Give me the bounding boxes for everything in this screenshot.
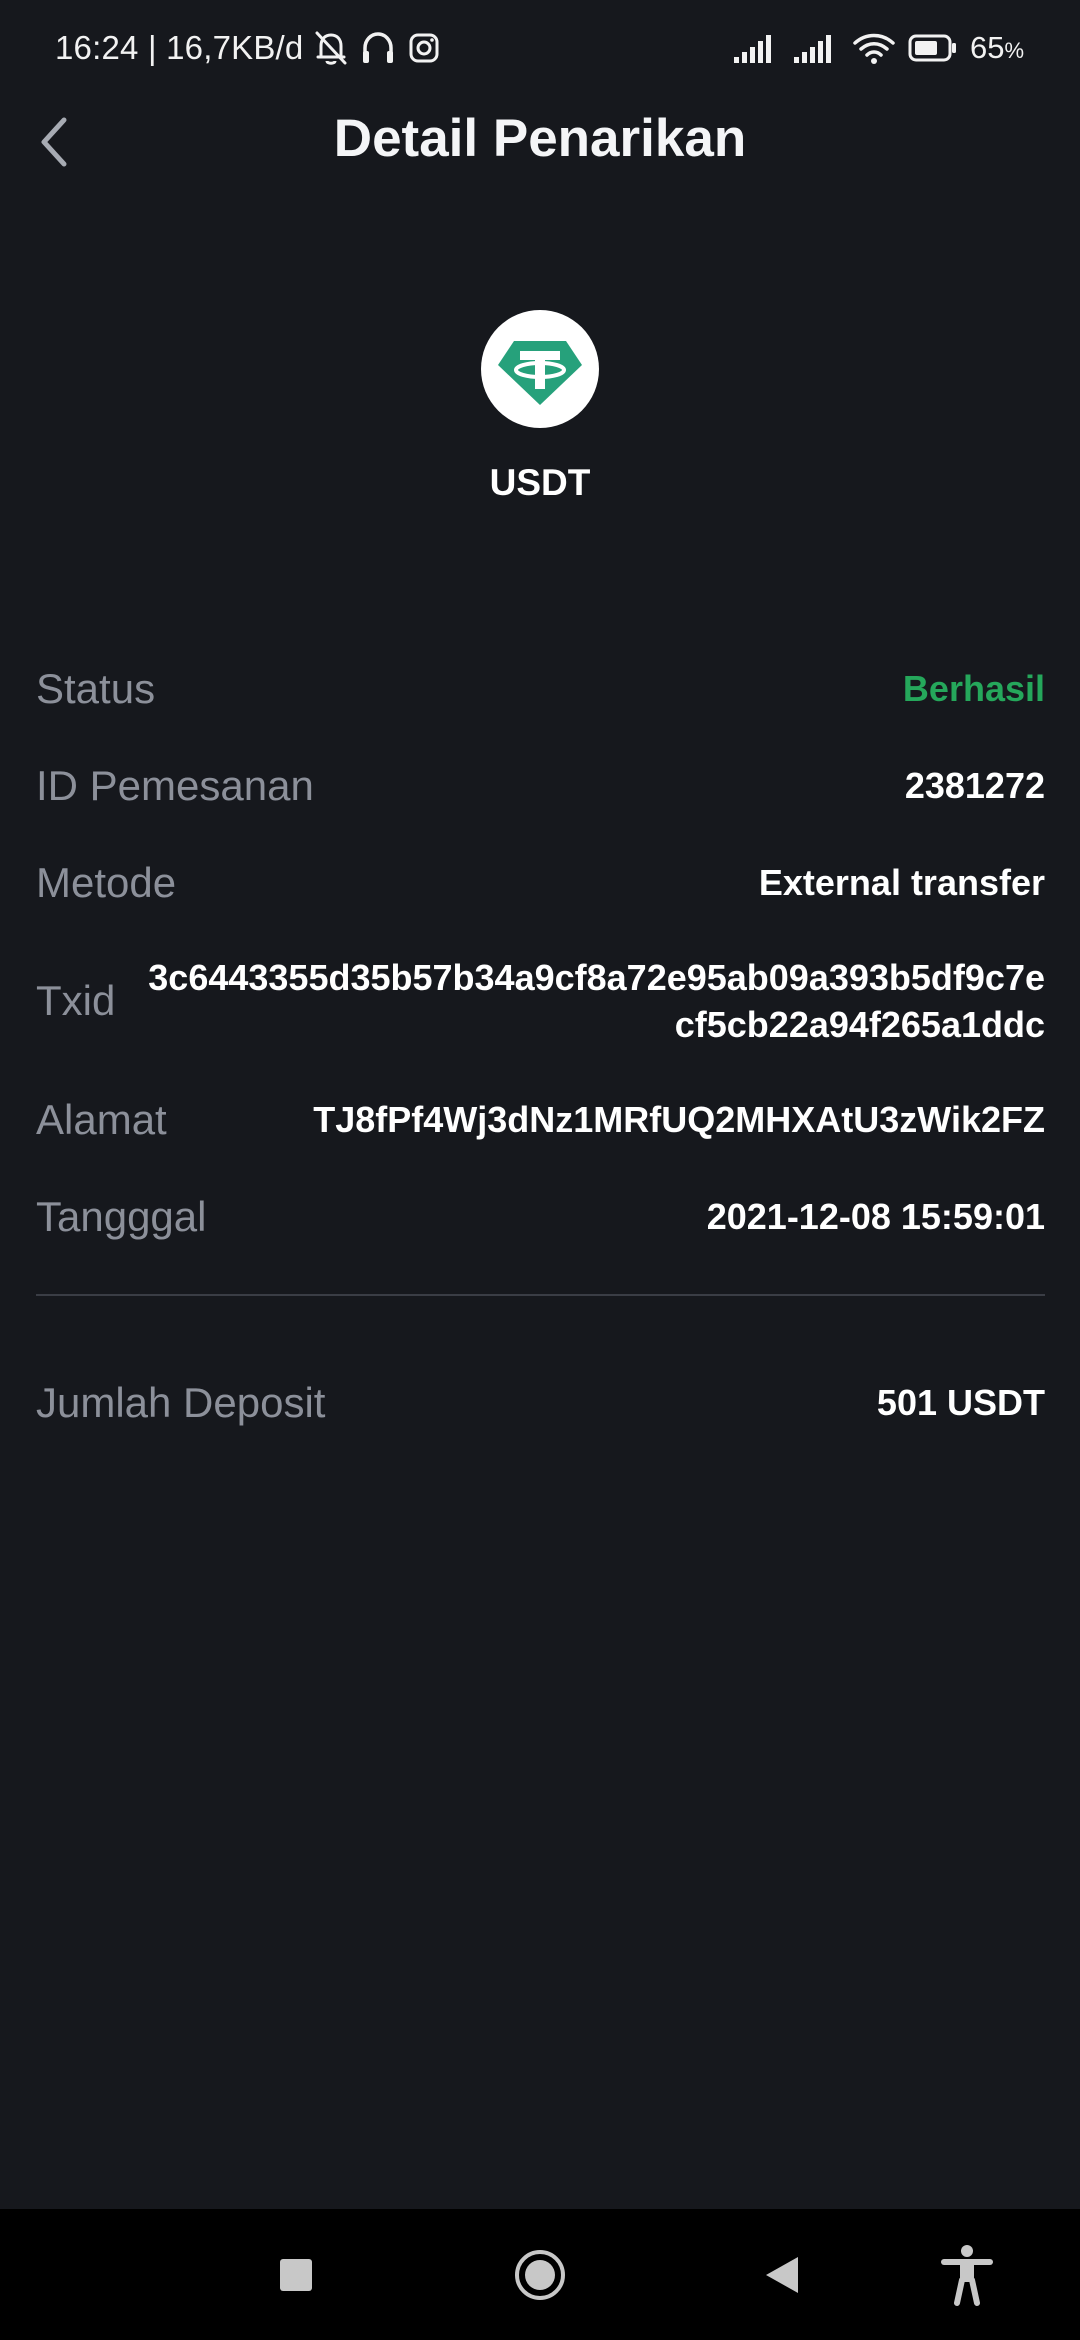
order-id-value[interactable]: 2381272 bbox=[905, 762, 1045, 809]
tether-icon bbox=[481, 310, 599, 428]
bell-off-icon bbox=[313, 29, 349, 67]
headphones-icon bbox=[359, 29, 397, 67]
recents-icon bbox=[280, 2258, 312, 2291]
status-time-speed: 16:24 | 16,7KB/d bbox=[55, 29, 304, 66]
withdrawal-details: Status Berhasil ID Pemesanan 2381272 Met… bbox=[36, 640, 1045, 1265]
address-row: Alamat TJ8fPf4Wj3dNz1MRfUQ2MHXAtU3zWik2F… bbox=[36, 1071, 1045, 1168]
date-row: Tangggal 2021-12-08 15:59:01 bbox=[36, 1168, 1045, 1265]
accessibility-icon bbox=[941, 2244, 993, 2306]
txid-label: Txid bbox=[36, 977, 116, 1024]
coin-name: USDT bbox=[489, 462, 591, 503]
status-bar: 16:24 | 16,7KB/d 65% bbox=[0, 0, 1080, 96]
signal-icon bbox=[792, 31, 840, 65]
method-value: External transfer bbox=[758, 862, 1045, 903]
nav-back-button[interactable] bbox=[732, 2209, 832, 2340]
txid-value[interactable]: 3c6443355d35b57b34a9cf8a72e95ab09a393b5d… bbox=[145, 954, 1045, 1048]
home-button[interactable] bbox=[490, 2209, 590, 2340]
order-id-row: ID Pemesanan 2381272 bbox=[36, 737, 1045, 834]
accessibility-button[interactable] bbox=[917, 2209, 1017, 2340]
status-label: Status bbox=[36, 664, 156, 712]
deposit-row: Jumlah Deposit 501 USDT bbox=[36, 1354, 1045, 1451]
address-label: Alamat bbox=[36, 1095, 167, 1143]
divider bbox=[36, 1294, 1045, 1296]
instagram-icon bbox=[407, 31, 441, 65]
deposit-value: 501 USDT bbox=[876, 1382, 1045, 1423]
coin-summary: USDT bbox=[0, 310, 1080, 504]
app-header: Detail Penarikan bbox=[0, 96, 1080, 186]
status-value: Berhasil bbox=[902, 668, 1045, 709]
method-label: Metode bbox=[36, 858, 177, 906]
battery-icon bbox=[908, 33, 958, 63]
wifi-icon bbox=[852, 31, 896, 65]
recents-button[interactable] bbox=[246, 2209, 346, 2340]
order-id-label: ID Pemesanan bbox=[36, 761, 314, 809]
status-row: Status Berhasil bbox=[36, 640, 1045, 737]
date-label: Tangggal bbox=[36, 1192, 207, 1240]
date-value: 2021-12-08 15:59:01 bbox=[706, 1196, 1045, 1237]
deposit-section: Jumlah Deposit 501 USDT bbox=[36, 1354, 1045, 1451]
home-icon bbox=[515, 2249, 565, 2300]
page-title: Detail Penarikan bbox=[333, 109, 747, 168]
txid-row: Txid 3c6443355d35b57b34a9cf8a72e95ab09a3… bbox=[36, 931, 1045, 1071]
back-icon bbox=[766, 2256, 798, 2293]
battery-percent: 65% bbox=[969, 30, 1024, 65]
deposit-label: Jumlah Deposit bbox=[36, 1378, 326, 1426]
address-value[interactable]: TJ8fPf4Wj3dNz1MRfUQ2MHXAtU3zWik2FZ bbox=[313, 1096, 1045, 1143]
system-nav-bar bbox=[0, 2209, 1080, 2340]
signal-icon bbox=[732, 31, 780, 65]
method-row: Metode External transfer bbox=[36, 834, 1045, 931]
